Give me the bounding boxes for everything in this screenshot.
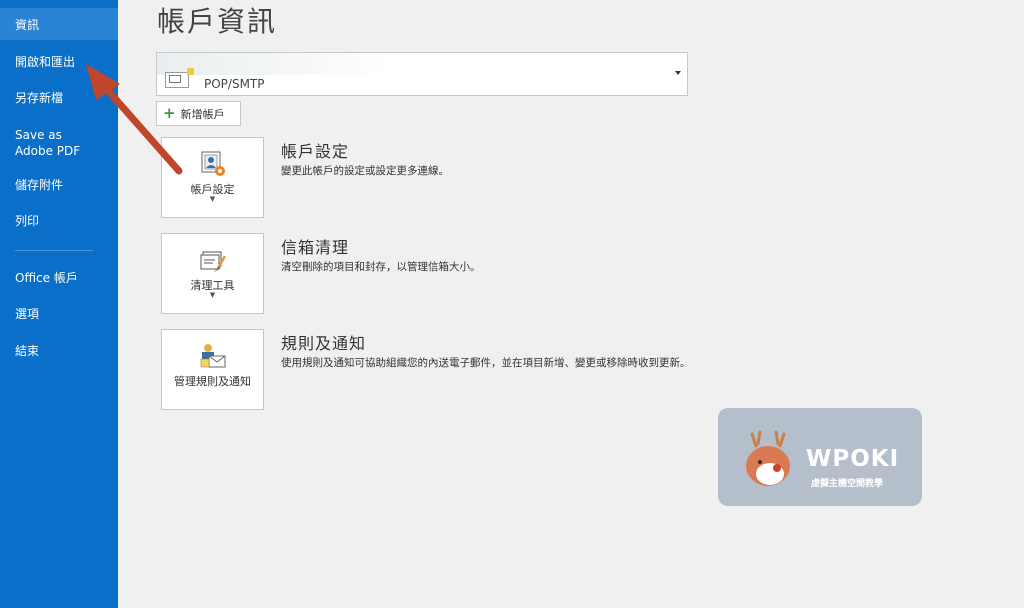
caret-down-icon: ▼ — [209, 195, 216, 203]
account-type-label: POP/SMTP — [204, 77, 265, 91]
chevron-down-icon[interactable] — [675, 71, 681, 75]
rules-alerts-title: 規則及通知 — [281, 334, 367, 353]
sidebar-item-print[interactable]: 列印 — [0, 213, 118, 229]
mailbox-cleanup-description: 清空刪除的項目和封存，以管理信箱大小。 — [281, 261, 481, 273]
manage-rules-button[interactable]: 管理規則及通知 — [161, 329, 264, 410]
sidebar-item-info[interactable]: 資訊 — [0, 8, 118, 40]
account-settings-title: 帳戶設定 — [281, 142, 350, 161]
account-settings-button[interactable]: 帳戶設定 ▼ — [161, 137, 264, 218]
sidebar-item-save-attachments[interactable]: 儲存附件 — [0, 177, 118, 193]
deer-logo-icon — [746, 430, 790, 486]
cleanup-tools-icon — [200, 251, 227, 272]
account-settings-icon — [201, 151, 225, 176]
mail-account-icon — [165, 68, 194, 88]
sidebar-item-exit[interactable]: 結束 — [0, 343, 118, 359]
mailbox-cleanup-title: 信箱清理 — [281, 238, 350, 257]
sidebar-item-options[interactable]: 選項 — [0, 306, 118, 322]
caret-down-icon: ▼ — [209, 291, 216, 299]
rules-alerts-icon — [200, 344, 226, 368]
add-account-button[interactable]: + 新增帳戶 — [156, 101, 241, 126]
rules-alerts-description: 使用規則及通知可協助組織您的內送電子郵件，並在項目新增、變更或移除時收到更新。 — [281, 357, 691, 369]
wpoki-watermark: WPOKI 虛擬主機空間教學 — [718, 408, 922, 506]
sidebar-item-open-export[interactable]: 開啟和匯出 — [0, 54, 118, 70]
manage-rules-tile-label: 管理規則及通知 — [174, 375, 251, 388]
cleanup-tools-button[interactable]: 清理工具 ▼ — [161, 233, 264, 314]
watermark-brand: WPOKI — [806, 446, 900, 472]
add-account-label: 新增帳戶 — [180, 107, 225, 121]
sidebar-item-save-as-pdf[interactable]: Save as Adobe PDF — [0, 127, 118, 159]
backstage-sidebar: 資訊 開啟和匯出 另存新檔 Save as Adobe PDF 儲存附件 列印 … — [0, 0, 118, 608]
plus-icon: + — [163, 104, 176, 122]
sidebar-item-save-as[interactable]: 另存新檔 — [0, 90, 118, 106]
sidebar-item-office-account[interactable]: Office 帳戶 — [0, 270, 118, 286]
sidebar-divider — [15, 250, 93, 251]
page-title: 帳戶資訊 — [157, 5, 278, 38]
account-settings-description: 變更此帳戶的設定或設定更多連線。 — [281, 165, 449, 177]
account-selector[interactable]: POP/SMTP — [156, 52, 688, 96]
watermark-subtitle: 虛擬主機空間教學 — [811, 479, 884, 489]
